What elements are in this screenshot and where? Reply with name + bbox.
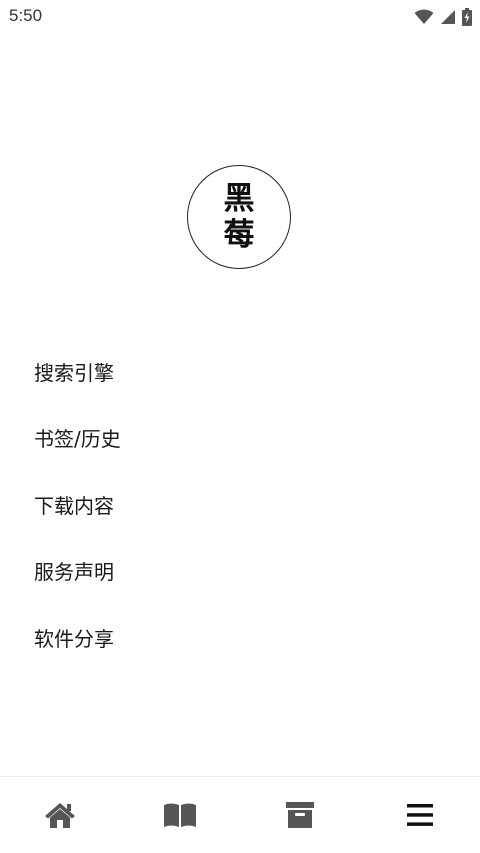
status-time: 5:50	[9, 6, 43, 25]
battery-charging-icon	[462, 8, 472, 26]
cell-signal-icon	[440, 9, 456, 25]
menu-item-bookmarks-history[interactable]: 书签/历史	[0, 405, 480, 472]
menu-item-search-engine[interactable]: 搜索引擎	[0, 338, 480, 405]
book-icon	[163, 802, 197, 828]
nav-tab-bookmarks[interactable]	[120, 777, 240, 853]
menu-item-share-app[interactable]: 软件分享	[0, 604, 480, 671]
bottom-nav	[0, 776, 480, 853]
logo-char-2: 莓	[223, 217, 255, 253]
nav-tab-downloads[interactable]	[240, 777, 360, 853]
home-icon	[44, 801, 76, 829]
menu-icon	[406, 803, 434, 827]
wifi-icon	[414, 9, 434, 25]
menu-item-downloads[interactable]: 下载内容	[0, 471, 480, 538]
nav-tab-home[interactable]	[0, 777, 120, 853]
status-bar: 5:50	[0, 0, 480, 34]
nav-tab-menu[interactable]	[360, 777, 480, 853]
main-menu: 搜索引擎 书签/历史 下载内容 服务声明 软件分享	[0, 338, 480, 671]
logo-char-1: 黑	[223, 181, 255, 217]
menu-item-service-statement[interactable]: 服务声明	[0, 538, 480, 605]
status-icons	[414, 8, 472, 26]
app-logo: 黑 莓	[187, 165, 291, 269]
archive-box-icon	[285, 801, 315, 829]
